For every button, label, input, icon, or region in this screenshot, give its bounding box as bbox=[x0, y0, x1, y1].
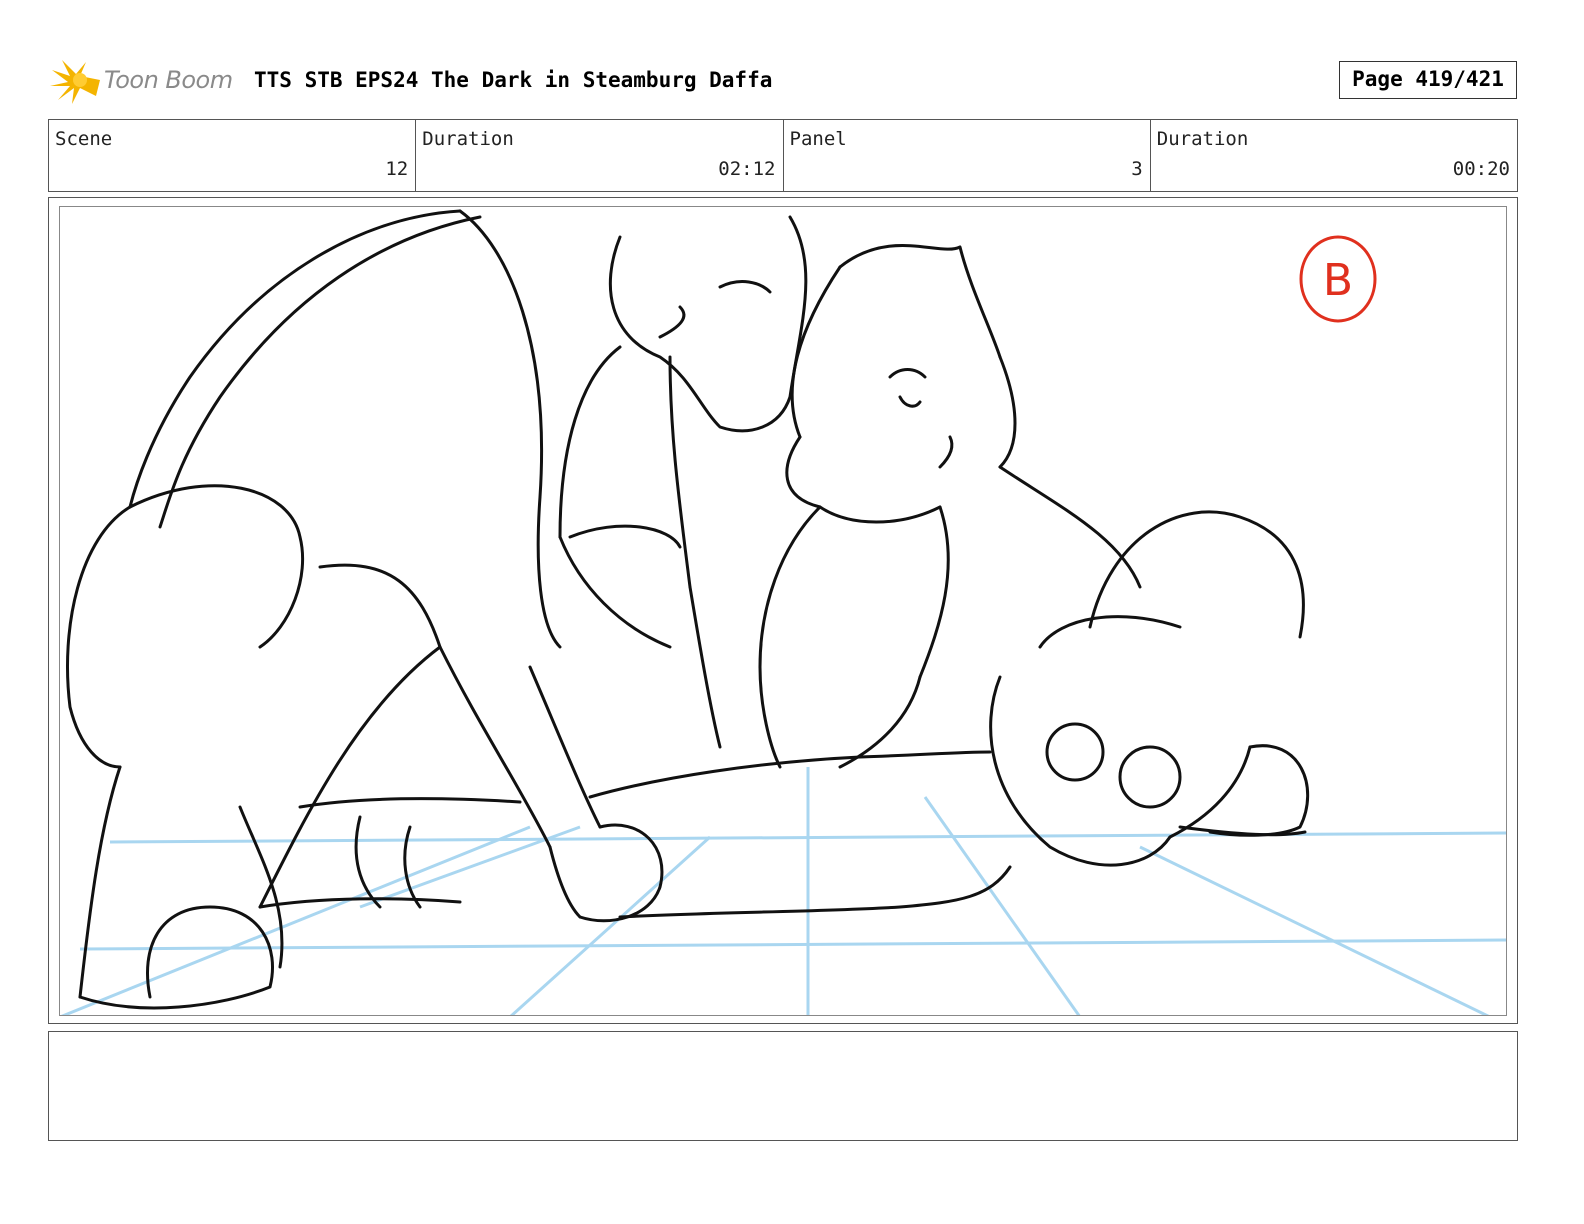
storyboard-panel: B bbox=[48, 197, 1518, 1024]
panel-notes-box[interactable] bbox=[48, 1031, 1518, 1141]
document-title: TTS STB EPS24 The Dark in Steamburg Daff… bbox=[254, 68, 773, 92]
scene-label: Scene bbox=[55, 128, 113, 150]
logo-wordmark: Toon Boom bbox=[104, 66, 233, 94]
scene-value: 12 bbox=[385, 158, 409, 180]
toon-boom-logo: Toon Boom bbox=[50, 56, 240, 106]
panel-value: 3 bbox=[1131, 158, 1143, 180]
panel-duration-value: 00:20 bbox=[1452, 158, 1510, 180]
scene-duration-cell: Duration 02:12 bbox=[416, 120, 784, 191]
panel-info-row: Scene 12 Duration 02:12 Panel 3 Duration… bbox=[48, 119, 1518, 192]
perspective-guides bbox=[60, 767, 1506, 1015]
character-linework bbox=[66, 209, 1310, 1010]
panel-marker-letter: B bbox=[1323, 255, 1353, 306]
scene-cell: Scene 12 bbox=[49, 120, 417, 191]
storyboard-sketch: B bbox=[60, 209, 1506, 1015]
panel-duration-cell: Duration 00:20 bbox=[1151, 120, 1517, 191]
scene-duration-value: 02:12 bbox=[718, 158, 776, 180]
starburst-icon bbox=[50, 60, 100, 104]
scene-duration-label: Duration bbox=[422, 128, 514, 150]
panel-marker: B bbox=[1299, 235, 1377, 323]
page-number: Page 419/421 bbox=[1339, 61, 1517, 99]
panel-cell: Panel 3 bbox=[784, 120, 1151, 191]
panel-duration-label: Duration bbox=[1156, 128, 1249, 150]
panel-label: Panel bbox=[789, 128, 847, 150]
page-header: Toon Boom TTS STB EPS24 The Dark in Stea… bbox=[50, 56, 1520, 106]
panel-drawing-area: B bbox=[59, 206, 1507, 1016]
